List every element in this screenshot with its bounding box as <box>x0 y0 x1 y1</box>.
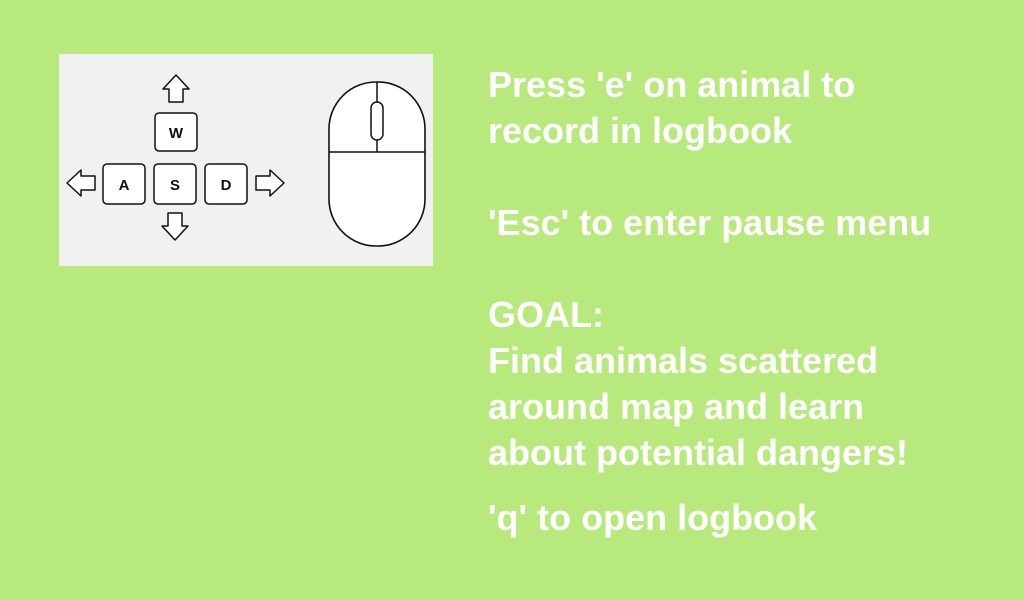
arrow-left-icon <box>66 169 96 197</box>
goal-heading: GOAL: <box>488 294 604 335</box>
logbook-instruction: 'q' to open logbook <box>488 497 818 538</box>
goal-text-line-3: about potential dangers! <box>488 432 909 473</box>
goal-text-line-1: Find animals scattered <box>488 340 879 381</box>
s-key: S <box>153 163 197 205</box>
arrow-down-icon <box>161 212 189 241</box>
arrow-up-icon <box>162 74 190 103</box>
w-key-label: W <box>169 125 184 142</box>
a-key-label: A <box>119 177 130 194</box>
d-key-label: D <box>221 177 232 194</box>
controls-image: W A S D <box>59 54 433 266</box>
d-key: D <box>204 163 248 205</box>
record-instruction-line-2: record in logbook <box>488 110 793 151</box>
s-key-label: S <box>170 177 180 194</box>
goal-text-line-2: around map and learn <box>488 386 865 427</box>
w-key: W <box>154 112 198 152</box>
record-instruction-line-1: Press 'e' on animal to <box>488 64 856 105</box>
pause-instruction: 'Esc' to enter pause menu <box>488 202 932 243</box>
arrow-right-icon <box>255 169 285 197</box>
mouse-icon <box>328 81 426 247</box>
a-key: A <box>102 163 146 205</box>
